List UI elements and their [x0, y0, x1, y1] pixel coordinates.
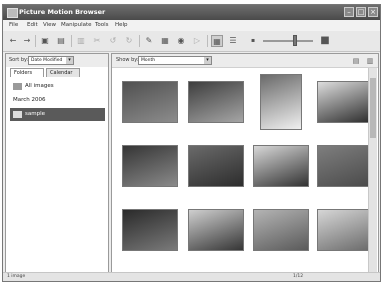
thumb-snow-skiers[interactable]	[317, 81, 373, 123]
sort-dropdown-value: Date Modified	[31, 58, 63, 63]
disc-icon[interactable]: ◉	[175, 35, 187, 47]
thumb-beach-dark[interactable]	[122, 209, 178, 251]
thumb-coast[interactable]	[253, 209, 309, 251]
menu-help[interactable]: Help	[115, 22, 128, 28]
toolbar-separator	[207, 35, 208, 47]
cut-icon[interactable]: ✂	[91, 35, 103, 47]
list-view-icon[interactable]: ☰	[227, 35, 239, 47]
save-icon[interactable]: ▤	[55, 35, 67, 47]
menu-edit[interactable]: Edit	[27, 22, 38, 28]
show-dropdown[interactable]: Month ▾	[138, 56, 212, 65]
slideshow-icon[interactable]: ▷	[191, 35, 203, 47]
thumb-snowman[interactable]	[260, 74, 302, 130]
photo-icon[interactable]: ▦	[159, 35, 171, 47]
toolbar: ← → ▣ ▤ ▥ ✂ ↺ ↻ ✎ ▦ ◉ ▷ ▦ ☰ ▪ ■	[3, 31, 380, 52]
thumb-kitten[interactable]	[317, 145, 373, 187]
scrollbar-thumb[interactable]	[370, 78, 376, 138]
vertical-scrollbar[interactable]	[368, 68, 377, 272]
status-left-text: 1 image	[7, 274, 26, 279]
thumb-dalmatian[interactable]	[253, 145, 309, 187]
folder-label: All images	[25, 83, 54, 89]
folder-icon	[13, 83, 22, 90]
app-window: Picture Motion Browser – □ × File Edit V…	[2, 4, 381, 282]
tab-folders[interactable]: Folders	[10, 68, 44, 77]
app-icon	[7, 8, 18, 18]
sort-row: Sort by: Date Modified ▾	[6, 54, 108, 67]
chevron-down-icon: ▾	[66, 57, 73, 64]
thumbnail-area: Show by: Month ▾ ▤ ▥	[111, 53, 379, 274]
view-options-row: Show by: Month ▾ ▤ ▥	[112, 54, 378, 68]
menu-file[interactable]: File	[9, 22, 18, 28]
rotate-right-icon[interactable]: ↻	[123, 35, 135, 47]
menu-view[interactable]: View	[43, 22, 56, 28]
sort-dropdown[interactable]: Date Modified ▾	[28, 56, 74, 65]
edit-icon[interactable]: ✎	[143, 35, 155, 47]
zoom-in-icon[interactable]: ■	[319, 35, 331, 47]
status-bar: 1 image 1/12	[3, 272, 380, 281]
tab-calendar[interactable]: Calendar	[46, 68, 80, 77]
minimize-icon[interactable]: –	[344, 7, 354, 17]
view-toggle-icon[interactable]: ▤	[350, 55, 362, 67]
show-label: Show by:	[116, 57, 139, 63]
view-toggle-icon[interactable]: ▥	[364, 55, 376, 67]
folder-label: March 2006	[13, 97, 46, 103]
status-right-text: 1/12	[293, 274, 304, 279]
back-arrow-icon[interactable]: ←	[7, 35, 19, 47]
folder-label: sample	[25, 111, 45, 117]
thumb-snowy-trees[interactable]	[122, 81, 178, 123]
menu-manipulate[interactable]: Manipulate	[61, 22, 92, 28]
print-icon[interactable]: ▥	[75, 35, 87, 47]
folder-tabs: Folders Calendar	[6, 68, 108, 77]
maximize-icon[interactable]: □	[356, 7, 366, 17]
sort-label: Sort by:	[9, 57, 29, 63]
close-icon[interactable]: ×	[368, 7, 378, 17]
folder-item-all-images[interactable]: All images	[10, 80, 105, 93]
toolbar-separator	[71, 35, 72, 47]
zoom-slider[interactable]	[263, 40, 313, 42]
import-icon[interactable]: ▣	[39, 35, 51, 47]
folder-icon	[13, 111, 22, 118]
thumb-cat-2[interactable]	[188, 145, 244, 187]
zoom-out-icon[interactable]: ▪	[247, 35, 259, 47]
rotate-left-icon[interactable]: ↺	[107, 35, 119, 47]
menu-tools[interactable]: Tools	[95, 22, 109, 28]
thumb-cat-1[interactable]	[122, 145, 178, 187]
folder-item-march-2006[interactable]: March 2006	[10, 94, 105, 107]
grid-view-icon[interactable]: ▦	[211, 35, 223, 47]
toolbar-separator	[139, 35, 140, 47]
show-dropdown-value: Month	[141, 58, 156, 63]
zoom-slider-handle[interactable]	[293, 35, 297, 46]
folder-item-sample[interactable]: sample	[10, 108, 105, 121]
title-bar: Picture Motion Browser – □ ×	[3, 5, 380, 20]
folder-panel: Sort by: Date Modified ▾ Folders Calenda…	[5, 53, 109, 274]
window-title: Picture Motion Browser	[19, 8, 106, 16]
chevron-down-icon: ▾	[204, 57, 211, 64]
thumb-mountain-sea[interactable]	[188, 209, 244, 251]
forward-arrow-icon[interactable]: →	[21, 35, 33, 47]
toolbar-separator	[35, 35, 36, 47]
thumb-wave[interactable]	[317, 209, 373, 251]
thumb-snowfield[interactable]	[188, 81, 244, 123]
